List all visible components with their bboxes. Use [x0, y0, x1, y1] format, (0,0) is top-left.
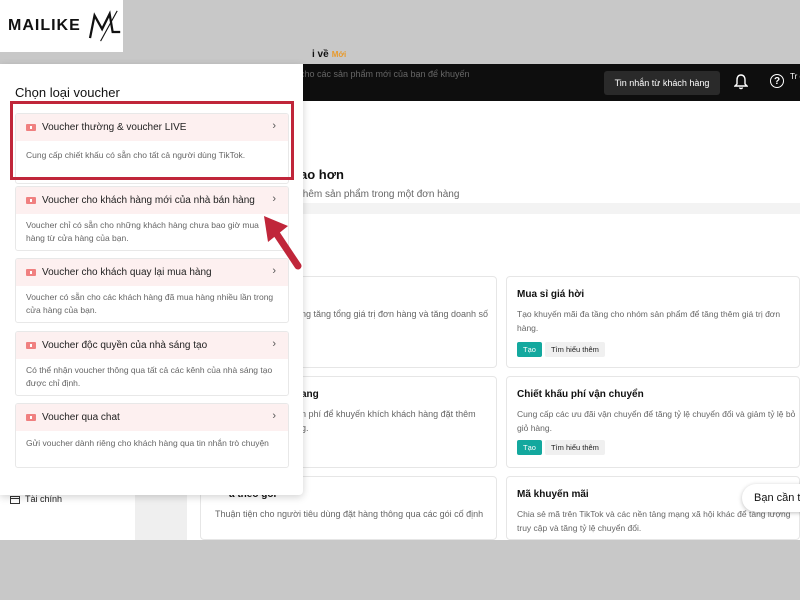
promo-card-bulk-desc: Tạo khuyến mãi đa tầng cho nhóm sản phẩm…	[517, 309, 781, 333]
red-arrow-icon	[264, 216, 302, 270]
promo-card-shipping-title: Chiết khấu phí vận chuyển	[517, 389, 644, 400]
wallet-icon	[10, 495, 20, 504]
ticket-icon	[26, 414, 36, 421]
new-badge: Mới	[331, 50, 347, 59]
voucher-option-desc: Có thể nhận voucher thông qua tất cả các…	[26, 365, 273, 388]
learn-more-button[interactable]: Tìm hiểu thêm	[545, 440, 605, 455]
voucher-option-header: Voucher cho khách hàng mới của nhà bán h…	[16, 187, 288, 214]
section-subtitle: thêm sản phẩm trong một đơn hàng	[300, 189, 460, 200]
logo-text: MAILIKE	[8, 17, 81, 34]
help-icon[interactable]: ?	[770, 74, 784, 88]
sidebar-item-finance[interactable]: Tài chính	[10, 494, 62, 504]
mailike-logo: MAILIKE	[0, 0, 123, 52]
chevron-right-icon: ›	[272, 193, 276, 205]
highlight-box	[10, 101, 294, 180]
sidebar-item-finance-label: Tài chính	[25, 494, 63, 504]
voucher-option-label: Voucher độc quyền của nhà sáng tạo	[42, 340, 208, 351]
ticket-icon	[26, 342, 36, 349]
customer-messages-button[interactable]: Tin nhắn từ khách hàng	[604, 71, 720, 95]
create-button[interactable]: Tạo	[517, 342, 542, 357]
promo-card-left-2-title: ang	[301, 389, 319, 400]
ticket-icon	[26, 269, 36, 276]
chevron-right-icon: ›	[272, 338, 276, 350]
promo-card-bulk[interactable]: Mua sỉ giá hời Tạo khuyến mãi đa tầng ch…	[506, 276, 800, 368]
voucher-option-creator-exclusive[interactable]: Voucher độc quyền của nhà sáng tạo › Có …	[15, 331, 289, 396]
voucher-option-label: Voucher qua chat	[42, 412, 120, 423]
voucher-option-label: Voucher cho khách hàng mới của nhà bán h…	[42, 195, 255, 206]
new-product-promo-desc: cho các sản phẩm mới của bạn để khuyến	[300, 69, 470, 79]
bell-icon[interactable]	[734, 74, 748, 90]
voucher-option-header: Voucher qua chat ›	[16, 404, 288, 431]
new-product-promo-title: i về Mới	[312, 49, 347, 60]
promo-card-shipping[interactable]: Chiết khấu phí vận chuyển Cung cấp các ư…	[506, 376, 800, 468]
ml-logo-mark-icon	[88, 10, 120, 42]
ticket-icon	[26, 197, 36, 204]
voucher-option-desc: Voucher chỉ có sẵn cho những khách hàng …	[26, 220, 259, 243]
promo-card-code-title: Mã khuyến mãi	[517, 489, 589, 500]
promo-card-left-1-desc: ng tăng tổng giá trị đơn hàng và tăng do…	[301, 309, 489, 319]
promo-card-bulk-title: Mua sỉ giá hời	[517, 289, 585, 300]
promo-card-left-2-desc: n phí để khuyến khích khách hàng đặt thê…	[301, 409, 476, 433]
voucher-option-desc: Voucher có sẵn cho các khách hàng đã mua…	[26, 292, 274, 315]
promo-card-shipping-desc: Cung cấp các ưu đãi vận chuyển để tăng t…	[517, 409, 796, 433]
voucher-option-desc: Gửi voucher dành riêng cho khách hàng qu…	[26, 438, 269, 448]
voucher-option-returning-customers[interactable]: Voucher cho khách quay lại mua hàng › Vo…	[15, 258, 289, 323]
voucher-option-header: Voucher cho khách quay lại mua hàng ›	[16, 259, 288, 286]
promo-card-left-3-desc: Thuận tiện cho người tiêu dùng đặt hàng …	[215, 509, 484, 519]
create-button[interactable]: Tạo	[517, 440, 542, 455]
modal-title: Chọn loại voucher	[15, 85, 120, 100]
voucher-option-new-customers[interactable]: Voucher cho khách hàng mới của nhà bán h…	[15, 186, 289, 251]
voucher-option-label: Voucher cho khách quay lại mua hàng	[42, 267, 212, 278]
section-title: ao hơn	[300, 167, 344, 182]
chevron-right-icon: ›	[272, 410, 276, 422]
topbar-truncated-label[interactable]: Tr gi	[790, 71, 800, 82]
voucher-option-header: Voucher độc quyền của nhà sáng tạo ›	[16, 332, 288, 359]
voucher-option-chat[interactable]: Voucher qua chat › Gửi voucher dành riên…	[15, 403, 289, 468]
learn-more-button[interactable]: Tìm hiểu thêm	[545, 342, 605, 357]
support-chat-button[interactable]: Bạn cần t	[742, 484, 800, 512]
